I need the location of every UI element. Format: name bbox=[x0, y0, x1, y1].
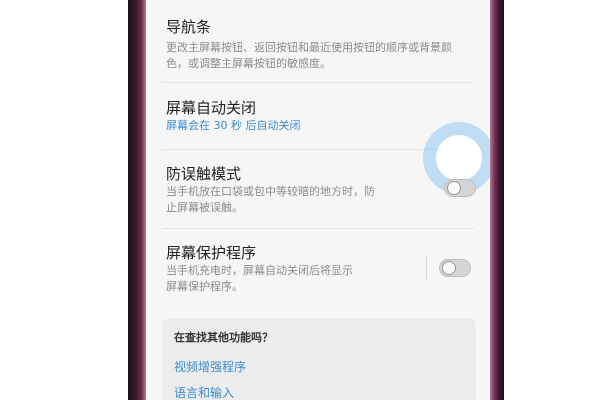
setting-description-line-1: 当手机放在口袋或包中等较暗的地方时，防 bbox=[166, 185, 375, 198]
suggestion-link-language-input[interactable]: 语言和输入 bbox=[174, 384, 234, 400]
screenshot-stage: 导航条 更改主屏幕按钮、返回按钮和最近使用按钮的顺序或背景颜 色，或调整主屏幕按… bbox=[0, 0, 600, 400]
phone-frame-left bbox=[128, 0, 146, 400]
setting-description-line-1: 更改主屏幕按钮、返回按钮和最近使用按钮的顺序或背景颜 bbox=[166, 41, 452, 54]
setting-description-line-2: 色，或调整主屏幕按钮的敏感度。 bbox=[166, 57, 331, 70]
setting-title: 导航条 bbox=[166, 18, 212, 36]
screensaver-toggle[interactable] bbox=[439, 259, 471, 277]
setting-item-accidental-touch[interactable]: 防误触模式 当手机放在口袋或包中等较暗的地方时，防 止屏幕被误触。 bbox=[146, 150, 490, 228]
settings-screen: 导航条 更改主屏幕按钮、返回按钮和最近使用按钮的顺序或背景颜 色，或调整主屏幕按… bbox=[146, 0, 490, 400]
toggle-knob bbox=[447, 181, 461, 195]
suggestion-link-video-enhancer[interactable]: 视频增强程序 bbox=[174, 358, 246, 375]
setting-description-line-2: 屏幕保护程序。 bbox=[166, 280, 243, 293]
setting-value: 屏幕会在 30 秒 后自动关闭 bbox=[166, 119, 301, 132]
setting-title: 防误触模式 bbox=[166, 165, 242, 183]
setting-title: 屏幕保护程序 bbox=[166, 244, 257, 262]
accidental-touch-toggle[interactable] bbox=[444, 179, 476, 197]
toggle-knob bbox=[442, 261, 456, 275]
setting-title: 屏幕自动关闭 bbox=[166, 99, 257, 117]
suggestions-card: 在查找其他功能吗？ 视频增强程序 语言和输入 bbox=[162, 318, 476, 400]
setting-description-line-1: 当手机充电时，屏幕自动关闭后将显示 bbox=[166, 264, 353, 277]
setting-item-navigation-bar[interactable]: 导航条 更改主屏幕按钮、返回按钮和最近使用按钮的顺序或背景颜 色，或调整主屏幕按… bbox=[146, 0, 490, 82]
suggestions-title: 在查找其他功能吗？ bbox=[174, 331, 273, 344]
phone-frame-right bbox=[490, 0, 504, 400]
toggle-separator bbox=[426, 256, 427, 280]
setting-description-line-2: 止屏幕被误触。 bbox=[166, 201, 243, 214]
